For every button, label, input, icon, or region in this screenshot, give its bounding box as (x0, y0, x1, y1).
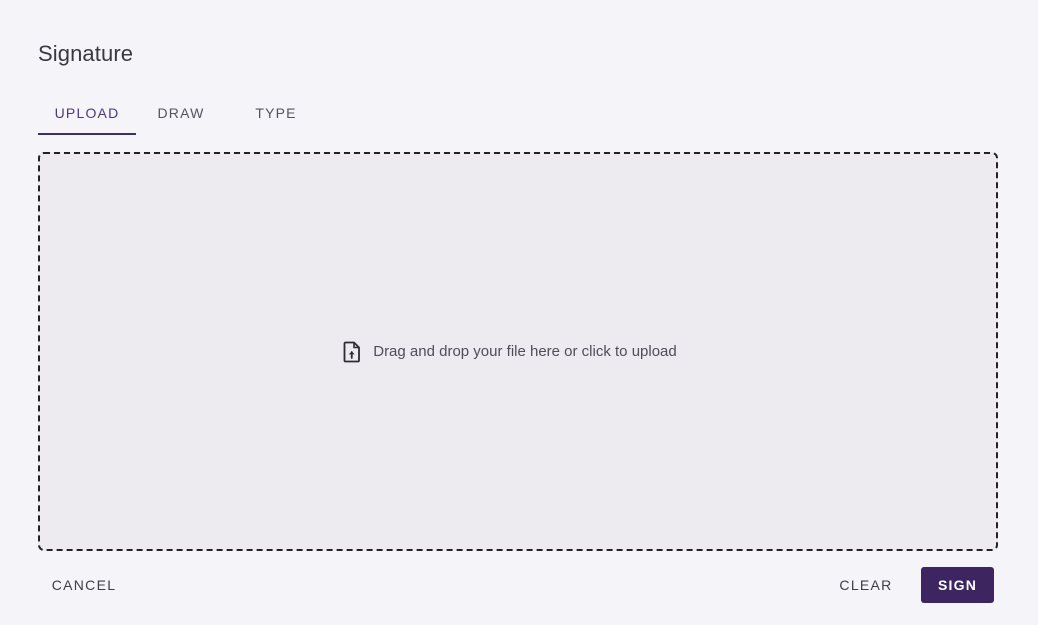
sign-button[interactable]: SIGN (921, 567, 994, 603)
tab-draw[interactable]: DRAW (136, 90, 226, 135)
signature-dialog: Signature UPLOAD DRAW TYPE Drag and drop… (0, 0, 1038, 625)
dropzone-content: Drag and drop your file here or click to… (343, 341, 677, 363)
signature-tabs: UPLOAD DRAW TYPE (38, 90, 326, 135)
tab-type[interactable]: TYPE (226, 90, 326, 135)
clear-button[interactable]: CLEAR (826, 567, 906, 603)
dropzone-text: Drag and drop your file here or click to… (373, 343, 677, 360)
dialog-title: Signature (38, 41, 134, 66)
tab-upload[interactable]: UPLOAD (38, 90, 136, 135)
file-upload-icon (343, 341, 361, 363)
upload-dropzone[interactable]: Drag and drop your file here or click to… (38, 152, 998, 551)
cancel-button[interactable]: CANCEL (38, 567, 130, 603)
